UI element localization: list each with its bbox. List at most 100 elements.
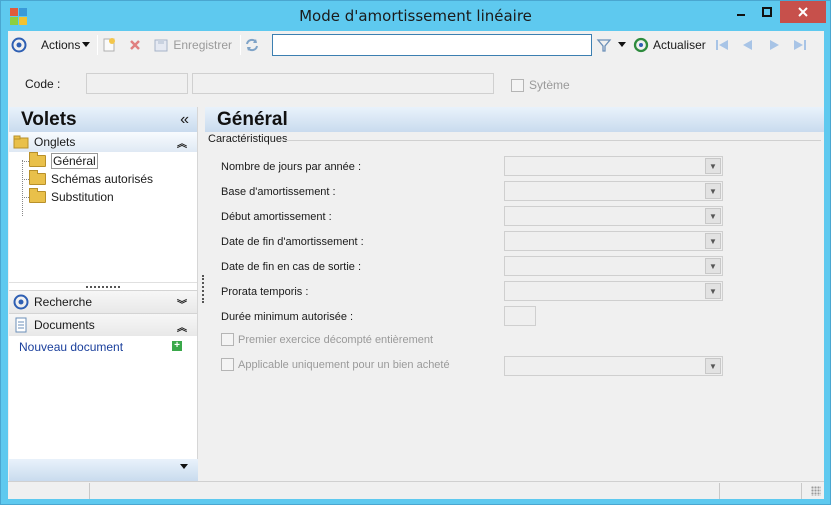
target-icon (11, 37, 27, 53)
last-record-button[interactable] (792, 34, 808, 56)
first-record-button[interactable] (714, 34, 730, 56)
system-label: Sytème (529, 78, 570, 92)
chevron-down-icon (82, 42, 91, 47)
panes-title: Volets (21, 108, 77, 130)
maximize-icon (762, 7, 772, 17)
days-per-year-select[interactable]: ▼ (504, 156, 723, 176)
open-folder-icon (29, 152, 46, 167)
minimize-icon (737, 14, 745, 16)
depreciation-end-select[interactable]: ▼ (504, 231, 723, 251)
tab-general[interactable]: Général (29, 152, 98, 170)
actions-menu[interactable]: Actions (41, 34, 91, 56)
previous-record-button[interactable] (740, 34, 756, 56)
first-year-checkbox[interactable]: Premier exercice décompté entièrement (221, 333, 433, 346)
target-button[interactable] (11, 34, 27, 56)
field-label: Durée minimum autorisée : (221, 311, 354, 323)
toolbar-separator (240, 35, 242, 55)
sync-button[interactable] (244, 34, 260, 56)
last-icon (793, 40, 806, 50)
resize-grip-icon[interactable] (811, 486, 821, 496)
folder-icon (13, 135, 29, 149)
folder-icon (29, 188, 46, 203)
toolbar: Actions Enregistrer Actualiser (8, 31, 824, 59)
tabs-group-label: Onglets (34, 135, 76, 149)
maximize-button[interactable] (754, 1, 780, 23)
next-record-button[interactable] (766, 34, 782, 56)
previous-icon (742, 40, 752, 50)
prorata-select[interactable]: ▼ (504, 281, 723, 301)
field-label: Nombre de jours par année : (221, 161, 362, 173)
filter-button[interactable] (596, 34, 612, 56)
tab-label: Schémas autorisés (51, 172, 154, 186)
depreciation-base-select[interactable]: ▼ (504, 181, 723, 201)
save-button[interactable]: Enregistrer (153, 34, 232, 56)
close-button[interactable] (780, 1, 826, 23)
tree-connector (22, 161, 29, 162)
chevron-down-icon: ▼ (705, 358, 721, 374)
system-checkbox[interactable]: Sytème (511, 78, 570, 92)
code-field[interactable] (86, 73, 188, 94)
minimize-button[interactable] (728, 1, 754, 23)
status-cell (90, 483, 720, 499)
bought-only-checkbox[interactable]: Applicable uniquement pour un bien achet… (221, 358, 450, 371)
checkbox-box (221, 333, 234, 346)
chevron-down-icon: ▼ (705, 233, 721, 249)
new-document-label: Nouveau document (19, 340, 124, 354)
search-pane-header[interactable]: Recherche ︾ (9, 290, 197, 313)
status-bar (8, 481, 824, 499)
name-field[interactable] (192, 73, 494, 94)
target-icon (13, 294, 29, 310)
field-label: Date de fin d'amortissement : (221, 236, 364, 248)
min-duration-input[interactable] (504, 306, 536, 326)
tabs-tree: Général Schémas autorisés Substitution (9, 152, 197, 282)
collapse-up-icon[interactable]: ︽ (177, 135, 187, 150)
pane-splitter[interactable] (9, 282, 197, 290)
tree-connector (22, 160, 23, 216)
code-label: Code : (25, 77, 61, 91)
bought-only-select[interactable]: ▼ (504, 356, 723, 376)
panel-splitter[interactable] (202, 275, 204, 303)
title-bar[interactable]: Mode d'amortissement linéaire (1, 1, 830, 31)
folder-icon (29, 170, 46, 185)
checkbox-box (511, 78, 524, 92)
main-panel: Général Caractéristiques Nombre de jours… (205, 107, 824, 481)
side-panel: Volets « Onglets ︽ Général Schémas autor… (9, 107, 198, 481)
chevron-down-icon (618, 42, 627, 47)
client-area: Actions Enregistrer Actualiser Code: Sy… (8, 31, 824, 499)
refresh-button[interactable]: Actualiser (633, 34, 706, 56)
depreciation-start-select[interactable]: ▼ (504, 206, 723, 226)
field-label: Prorata temporis : (221, 286, 309, 298)
chevron-down-icon (180, 464, 188, 469)
search-input[interactable] (272, 34, 593, 56)
status-cell (8, 483, 90, 499)
refresh-label: Actualiser (653, 38, 706, 52)
documents-pane-header[interactable]: Documents ︽ (9, 313, 197, 336)
record-header: Code : Sytème (8, 67, 824, 97)
expand-down-icon[interactable]: ︾ (177, 296, 187, 311)
filter-icon (596, 39, 612, 52)
next-icon (769, 40, 779, 50)
documents-pane-label: Documents (34, 318, 95, 332)
tab-label: Substitution (51, 190, 114, 204)
add-icon: + (172, 341, 182, 351)
collapse-panel-button[interactable]: « (180, 111, 189, 129)
tab-schemas[interactable]: Schémas autorisés (29, 170, 153, 188)
panes-footer[interactable] (9, 459, 198, 481)
tab-substitution[interactable]: Substitution (29, 188, 114, 206)
new-button[interactable] (101, 34, 117, 56)
tabs-group-header[interactable]: Onglets ︽ (9, 132, 197, 152)
status-cell (720, 483, 802, 499)
bought-only-label: Applicable uniquement pour un bien achet… (238, 358, 450, 371)
splitter-grip (86, 285, 120, 288)
exit-end-date-select[interactable]: ▼ (504, 256, 723, 276)
checkbox-box (221, 358, 234, 371)
filter-dropdown[interactable] (618, 34, 627, 56)
window-title: Mode d'amortissement linéaire (299, 7, 532, 25)
section-title: Caractéristiques (208, 133, 291, 145)
application-window: Mode d'amortissement linéaire Actions En… (0, 0, 831, 505)
collapse-up-icon[interactable]: ︽ (177, 319, 187, 334)
sync-icon (246, 38, 259, 52)
save-label: Enregistrer (173, 38, 233, 52)
new-document-link[interactable]: Nouveau document + (9, 336, 197, 358)
delete-button[interactable] (127, 34, 143, 56)
